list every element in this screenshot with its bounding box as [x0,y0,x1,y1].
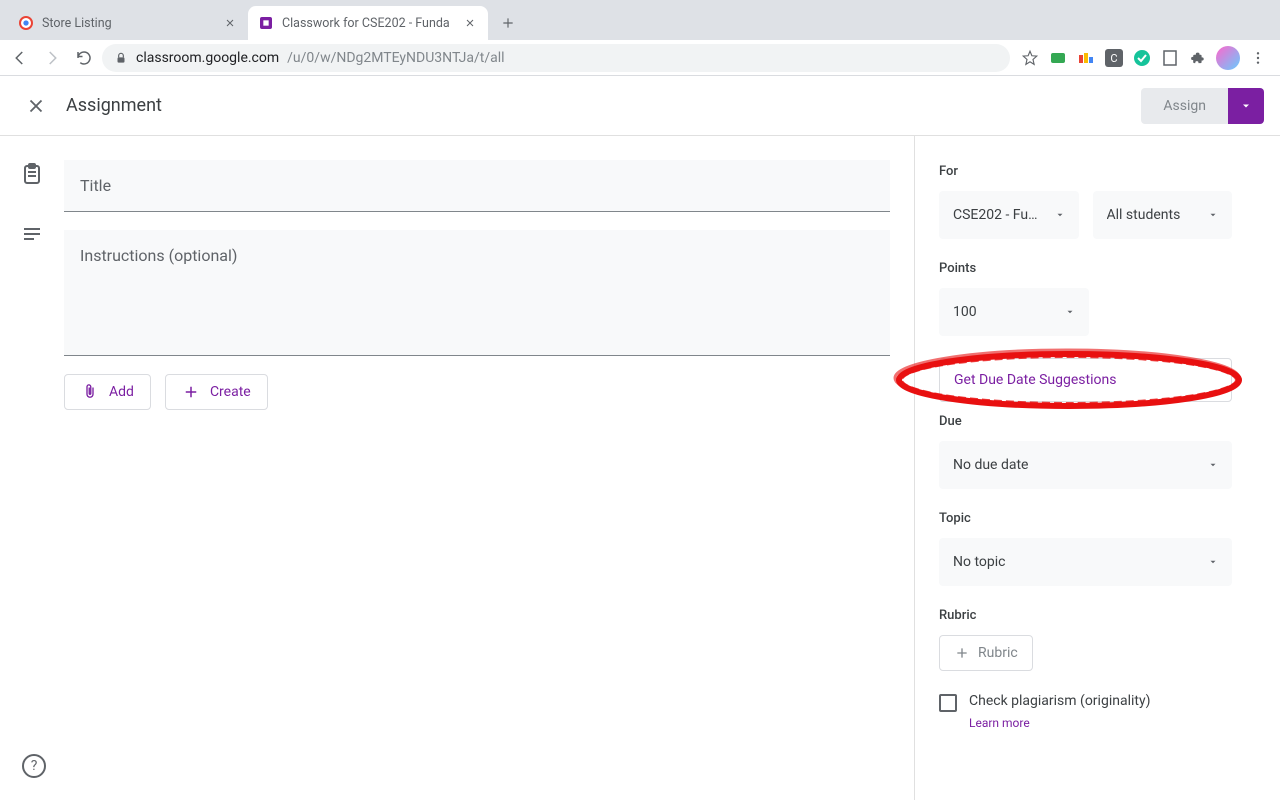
tab-title: Classwork for CSE202 - Funda [282,16,454,31]
due-label: Due [939,414,1232,429]
due-date-suggestions-button[interactable]: Get Due Date Suggestions [939,358,1232,402]
plagiarism-row: Check plagiarism (originality) [939,693,1232,712]
star-icon[interactable] [1020,48,1040,68]
assign-button-group: Assign [1141,88,1264,124]
profile-avatar[interactable] [1216,46,1240,70]
attachment-buttons: Add Create [64,374,890,410]
chevron-down-icon [1208,210,1218,220]
extensions-menu-icon[interactable] [1188,48,1208,68]
due-date-select[interactable]: No due date [939,441,1232,489]
topic-select[interactable]: No topic [939,538,1232,586]
plus-icon [954,645,970,661]
address-bar[interactable]: classroom.google.com/u/0/w/NDg2MTEyNDU3N… [102,44,1010,72]
add-button[interactable]: Add [64,374,151,410]
back-button[interactable] [6,44,34,72]
browser-chrome: Store Listing Classwork for CSE202 - Fun… [0,0,1280,76]
url-host: classroom.google.com [136,50,279,66]
help-icon: ? [31,758,38,774]
left-gutter [0,136,64,800]
rubric-btn-label: Rubric [978,645,1018,661]
topic-value: No topic [953,554,1005,570]
right-panel: For CSE202 - Fu… All students Points 100… [914,136,1256,800]
chevron-down-icon [1208,557,1218,567]
extensions-row: C [1014,46,1274,70]
tab-favicon [18,15,34,31]
due-value: No due date [953,457,1028,473]
points-select[interactable]: 100 [939,288,1089,336]
extension-icon[interactable] [1160,48,1180,68]
assign-dropdown-button[interactable] [1228,88,1264,124]
students-value: All students [1107,207,1181,223]
rubric-button[interactable]: Rubric [939,635,1033,671]
class-select[interactable]: CSE202 - Fu… [939,191,1079,239]
attachment-icon [81,383,99,401]
close-button[interactable] [16,86,56,126]
create-label: Create [210,384,251,400]
browser-tab-active[interactable]: Classwork for CSE202 - Funda [248,6,488,40]
help-button[interactable]: ? [22,754,46,778]
rubric-label: Rubric [939,608,1232,623]
browser-tab[interactable]: Store Listing [8,6,248,40]
points-value: 100 [953,304,977,320]
close-icon[interactable] [222,15,238,31]
forward-button[interactable] [38,44,66,72]
main-content: Add Create For CSE202 - Fu… All students… [0,136,1280,800]
address-bar-row: classroom.google.com/u/0/w/NDg2MTEyNDU3N… [0,40,1280,76]
for-label: For [939,164,1232,179]
extension-icon[interactable] [1048,48,1068,68]
tabs-row: Store Listing Classwork for CSE202 - Fun… [0,0,1280,40]
instructions-field[interactable] [64,230,890,356]
title-input[interactable] [80,176,874,195]
app-header: Assignment Assign [0,76,1280,136]
assign-button[interactable]: Assign [1141,88,1228,124]
new-tab-button[interactable] [494,9,522,37]
plagiarism-label: Check plagiarism (originality) [969,693,1150,709]
extension-icon[interactable] [1132,48,1152,68]
reload-button[interactable] [70,44,98,72]
suggestion-label: Get Due Date Suggestions [954,372,1116,388]
students-select[interactable]: All students [1093,191,1233,239]
extension-icon[interactable]: C [1104,48,1124,68]
chevron-down-icon [1055,210,1065,220]
title-field[interactable] [64,160,890,212]
plagiarism-checkbox[interactable] [939,694,957,712]
create-button[interactable]: Create [165,374,268,410]
page-title: Assignment [66,95,162,116]
topic-label: Topic [939,511,1232,526]
learn-more-link[interactable]: Learn more [969,716,1232,730]
points-label: Points [939,261,1232,276]
tab-favicon [258,15,274,31]
extension-icon[interactable] [1076,48,1096,68]
tab-title: Store Listing [42,16,214,31]
instructions-input[interactable] [80,246,874,284]
svg-text:C: C [1110,52,1117,65]
class-value: CSE202 - Fu… [953,207,1037,223]
text-icon [20,222,44,246]
url-path: /u/0/w/NDg2MTEyNDU3NTJa/t/all [287,50,504,66]
close-icon[interactable] [462,15,478,31]
plus-icon [182,383,200,401]
kebab-menu-icon[interactable] [1248,48,1268,68]
lock-icon [114,51,128,65]
center-column: Add Create [64,136,914,800]
assignment-icon [20,162,44,186]
chevron-down-icon [1208,460,1218,470]
chevron-down-icon [1065,307,1075,317]
add-label: Add [109,384,134,400]
